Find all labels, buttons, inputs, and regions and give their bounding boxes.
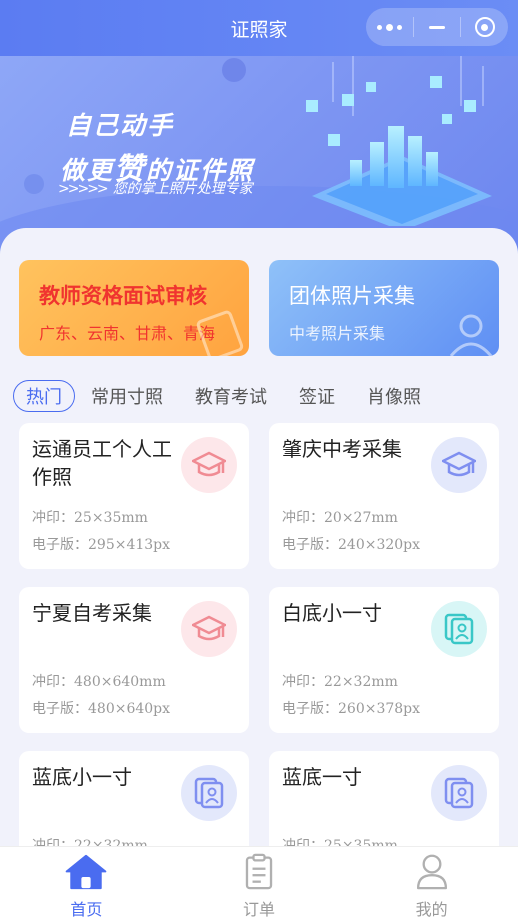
tab-education-exams[interactable]: 教育考试 <box>195 383 267 409</box>
tab-orders[interactable]: 订单 <box>173 847 346 920</box>
tab-label: 首页 <box>70 900 103 919</box>
tab-label: 订单 <box>243 900 276 919</box>
graduation-cap-icon <box>181 437 237 493</box>
photo-spec-card[interactable]: 肇庆中考采集 冲印：20×27mm 电子版：240×320px <box>269 423 499 569</box>
close-miniprogram-button[interactable] <box>461 8 508 46</box>
id-photo-icon <box>431 601 487 657</box>
target-icon <box>474 17 495 37</box>
tab-common-sizes[interactable]: 常用寸照 <box>91 383 163 409</box>
card-print-size: 冲印：25×35mm <box>32 510 148 526</box>
person-deco-icon <box>449 314 493 356</box>
promo-group-photo[interactable]: 团体照片采集 中考照片采集 <box>269 260 499 356</box>
card-title: 肇庆中考采集 <box>282 437 402 461</box>
tab-visa[interactable]: 签证 <box>299 383 335 409</box>
card-title: 蓝底小一寸 <box>32 765 132 789</box>
top-nav-bar: 证照家 <box>0 0 518 56</box>
user-icon <box>416 854 447 890</box>
tab-profile[interactable]: 我的 <box>345 847 518 920</box>
card-title: 宁夏自考采集 <box>32 601 152 625</box>
tab-home[interactable]: 首页 <box>0 847 173 920</box>
category-tabs: 热门 常用寸照 教育考试 签证 肖像照 <box>13 380 453 412</box>
card-title: 运通员工个人工作照 <box>32 437 172 489</box>
certificate-deco-icon <box>196 310 244 356</box>
miniprogram-capsule <box>366 8 508 46</box>
id-photo-icon <box>431 765 487 821</box>
tab-hot[interactable]: 热门 <box>13 380 75 412</box>
promo-teacher-interview[interactable]: 教师资格面试审核 广东、云南、甘肃、青海 <box>19 260 249 356</box>
banner-headline-1: 自己动手 <box>66 111 175 140</box>
graduation-cap-icon <box>181 601 237 657</box>
photo-spec-card[interactable]: 运通员工个人工作照 冲印：25×35mm 电子版：295×413px <box>19 423 249 569</box>
card-print-size: 冲印：22×32mm <box>282 674 398 690</box>
card-digital-size: 电子版：240×320px <box>282 537 421 553</box>
home-icon <box>65 854 107 890</box>
tab-portrait[interactable]: 肖像照 <box>367 383 421 409</box>
banner-bubble <box>222 58 246 82</box>
clipboard-icon <box>245 853 273 890</box>
chevrons-icon: >>>>> <box>58 181 109 197</box>
card-title: 白底小一寸 <box>282 601 382 625</box>
bottom-tab-bar: 首页 订单 我的 <box>0 846 518 920</box>
card-digital-size: 电子版：480×640px <box>32 701 171 717</box>
more-options-button[interactable] <box>366 8 413 46</box>
card-title: 蓝底一寸 <box>282 765 362 789</box>
tagline-text: 您的掌上照片处理专家 <box>112 181 253 197</box>
minus-icon <box>429 25 445 29</box>
id-photo-icon <box>181 765 237 821</box>
minimize-button[interactable] <box>414 8 461 46</box>
photo-spec-card[interactable]: 白底小一寸 冲印：22×32mm 电子版：260×378px <box>269 587 499 733</box>
banner-bubble <box>24 174 44 194</box>
page-title: 证照家 <box>230 18 288 41</box>
city-phone-illustration-icon <box>306 56 492 226</box>
more-dots-icon <box>376 23 402 31</box>
banner-tagline: >>>>> 您的掌上照片处理专家 <box>58 178 253 198</box>
tab-label: 我的 <box>415 900 448 919</box>
card-print-size: 冲印：20×27mm <box>282 510 398 526</box>
card-print-size: 冲印：480×640mm <box>32 674 166 690</box>
graduation-cap-icon <box>431 437 487 493</box>
photo-spec-card[interactable]: 宁夏自考采集 冲印：480×640mm 电子版：480×640px <box>19 587 249 733</box>
card-digital-size: 电子版：260×378px <box>282 701 421 717</box>
card-digital-size: 电子版：295×413px <box>32 537 171 553</box>
